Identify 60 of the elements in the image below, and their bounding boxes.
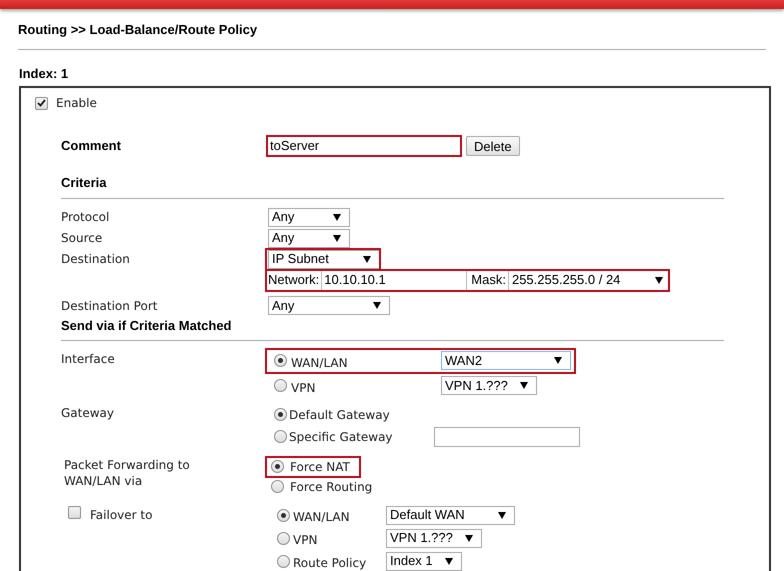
field-label: Gateway [61, 404, 116, 422]
dropdown[interactable]: Index 1 [386, 552, 462, 570]
network-field[interactable]: 10.10.10.1 [321, 270, 466, 290]
page-title: Routing >> Load-Balance/Route Policy [18, 21, 258, 39]
field-label: Destination [61, 251, 131, 268]
radio-button[interactable] [274, 379, 287, 392]
checkbox[interactable] [35, 96, 48, 110]
index-label: Index: 1 [19, 65, 68, 83]
radio-label: Force Routing [290, 478, 372, 496]
radio-label: Specific Gateway [289, 428, 394, 446]
radio-button[interactable] [277, 554, 290, 568]
dropdown[interactable]: VPN 1.??? [386, 528, 482, 548]
radio-label: Route Policy [293, 554, 368, 571]
failover-label: Failover to [90, 506, 152, 524]
dropdown[interactable]: IP Subnet [268, 250, 380, 268]
radio-button[interactable] [274, 354, 287, 367]
radio-button[interactable] [274, 408, 287, 421]
dropdown[interactable]: Any [268, 208, 350, 226]
radio-label: VPN [293, 532, 318, 548]
dropdown[interactable]: Any [268, 296, 390, 315]
radio-label: Default Gateway [289, 406, 391, 424]
comment-label: Comment [61, 137, 122, 156]
dropdown[interactable]: VPN 1.??? [441, 376, 537, 395]
caret-icon [445, 558, 453, 564]
caret-icon [554, 357, 562, 364]
field-label: Destination Port [61, 298, 158, 314]
caret-icon [655, 276, 663, 284]
checkbox[interactable] [68, 506, 81, 518]
mask-label: Mask: [466, 270, 506, 290]
mask-dropdown[interactable]: 255.255.255.0 / 24 [508, 270, 669, 290]
radio-label: Force NAT [290, 458, 350, 476]
radio-button[interactable] [274, 430, 287, 443]
caret-icon [465, 534, 473, 542]
delete-button[interactable]: Delete [466, 136, 520, 156]
radio-button[interactable] [271, 460, 284, 473]
gateway-field[interactable] [434, 426, 580, 446]
field-label: Interface [61, 350, 116, 368]
send-via-heading: Send via if Criteria Matched [61, 316, 232, 335]
radio-button[interactable] [277, 532, 290, 544]
dropdown[interactable]: WAN2 [441, 351, 571, 370]
dropdown[interactable]: Default WAN [386, 506, 515, 524]
caret-icon [333, 234, 341, 242]
field-label: Protocol [61, 209, 110, 226]
criteria-heading: Criteria [61, 174, 107, 192]
network-label: Network: [267, 271, 320, 290]
radio-label: WAN/LAN [293, 508, 351, 526]
comment-field[interactable]: toServer [266, 135, 462, 157]
caret-icon [363, 256, 371, 262]
radio-button[interactable] [277, 508, 290, 522]
caret-icon [373, 302, 381, 309]
radio-label: VPN [291, 380, 316, 396]
radio-label: WAN/LAN [291, 354, 349, 372]
caret-icon [498, 512, 506, 518]
field-label: Packet Forwarding to WAN/LAN via [63, 456, 191, 490]
dropdown[interactable]: Any [268, 228, 350, 248]
caret-icon [520, 382, 528, 389]
radio-button[interactable] [271, 480, 284, 493]
field-label: Source [61, 230, 104, 247]
enable-label: Enable [56, 95, 97, 112]
caret-icon [333, 214, 341, 220]
